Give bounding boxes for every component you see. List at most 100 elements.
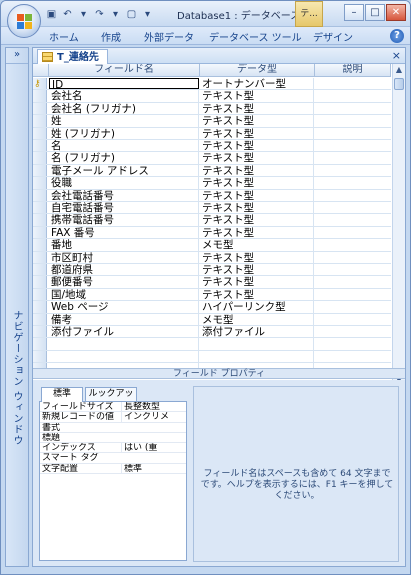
description-cell[interactable] (315, 351, 391, 362)
field-name-cell[interactable]: 添付ファイル (49, 326, 199, 338)
description-cell[interactable] (315, 326, 391, 337)
customize-toolbar-icon[interactable]: ▾ (141, 8, 154, 21)
field-name-cell[interactable]: 市区町村 (49, 251, 199, 263)
field-name-cell[interactable]: 自宅電話番号 (49, 202, 199, 214)
save-icon[interactable]: ▣ (45, 8, 58, 21)
help-icon[interactable]: ? (390, 29, 404, 43)
table-row[interactable]: 自宅電話番号 テキスト型 (33, 202, 391, 215)
property-row[interactable]: 新規レコードの値 インクリメ (40, 412, 186, 423)
data-type-cell[interactable]: テキスト型 (200, 202, 314, 214)
description-cell[interactable] (315, 202, 391, 213)
office-button[interactable] (7, 4, 41, 38)
data-type-cell[interactable]: テキスト型 (200, 264, 314, 276)
field-name-cell[interactable]: 会社電話番号 (49, 189, 199, 201)
row-selector[interactable] (33, 301, 47, 313)
data-type-cell[interactable]: テキスト型 (200, 102, 314, 115)
description-cell[interactable] (315, 214, 391, 225)
field-name-cell[interactable] (49, 338, 199, 350)
data-type-cell[interactable]: ハイパーリンク型 (200, 301, 314, 313)
tab-home[interactable]: ホーム (49, 29, 79, 44)
undo-icon[interactable]: ↶ (61, 8, 74, 21)
data-type-cell[interactable]: メモ型 (200, 239, 314, 251)
table-row[interactable] (33, 350, 391, 364)
row-selector[interactable] (33, 264, 47, 276)
description-cell[interactable] (315, 227, 391, 238)
field-name-cell[interactable]: 役職 (49, 177, 199, 189)
table-row[interactable]: 番地 メモ型 (33, 239, 391, 252)
property-row[interactable]: 文字配置 標準 (40, 463, 186, 475)
field-name-cell[interactable]: ID (49, 78, 199, 90)
table-row[interactable]: 国/地域 テキスト型 (33, 288, 391, 302)
table-row[interactable]: 役職 テキスト型 (33, 177, 391, 190)
table-row[interactable]: 名 (フリガナ) テキスト型 (33, 152, 391, 165)
new-document-icon[interactable]: ▢ (125, 8, 138, 21)
row-selector[interactable] (33, 288, 47, 301)
close-button[interactable]: ✕ (386, 4, 406, 21)
table-row[interactable]: 姓テキスト型 (33, 115, 391, 128)
field-name-cell[interactable]: FAX 番号 (49, 226, 199, 239)
data-type-cell[interactable]: テキスト型 (200, 164, 314, 177)
column-header-data-type[interactable]: データ型 (200, 64, 315, 77)
table-row[interactable]: 会社電話番号 テキスト型 (33, 189, 391, 202)
row-selector[interactable] (33, 276, 47, 288)
data-type-cell[interactable]: テキスト型 (200, 177, 314, 189)
row-selector[interactable] (33, 338, 47, 350)
row-selector[interactable] (33, 226, 47, 239)
description-cell[interactable] (315, 103, 391, 114)
property-row[interactable]: フィールドサイズ 長整数型 (40, 402, 186, 413)
field-name-cell[interactable]: 国/地域 (49, 288, 199, 301)
field-name-cell[interactable]: 名 (49, 140, 199, 152)
field-name-cell[interactable]: 姓 (フリガナ) (49, 127, 199, 139)
table-row[interactable]: 備考 メモ型 (33, 313, 391, 326)
tab-create[interactable]: 作成 (101, 29, 121, 44)
row-selector[interactable] (33, 152, 47, 164)
tab-external-data[interactable]: 外部データ (144, 29, 194, 44)
row-selector[interactable] (33, 239, 47, 251)
description-cell[interactable] (315, 190, 391, 201)
row-selector[interactable] (33, 251, 47, 263)
property-value[interactable]: 長整数型 (121, 402, 185, 412)
row-selector[interactable] (33, 90, 47, 102)
description-cell[interactable] (315, 165, 391, 176)
data-type-cell[interactable]: テキスト型 (200, 152, 314, 164)
redo-icon[interactable]: ↷ (93, 8, 106, 21)
field-name-cell[interactable]: 都道府県 (49, 264, 199, 276)
description-cell[interactable] (315, 301, 391, 312)
column-header-description[interactable]: 説明 (315, 64, 391, 77)
data-type-cell[interactable]: テキスト型 (200, 127, 314, 139)
description-cell[interactable] (315, 264, 391, 275)
field-name-cell[interactable]: 会社名 (49, 90, 199, 102)
description-cell[interactable] (315, 314, 391, 325)
description-cell[interactable] (315, 140, 391, 151)
dropdown-icon[interactable]: ▾ (109, 8, 122, 21)
scroll-up-icon[interactable]: ▲ (393, 64, 405, 76)
description-cell[interactable] (315, 276, 391, 287)
table-row[interactable]: 郵便番号 テキスト型 (33, 276, 391, 289)
table-row[interactable]: 名テキスト型 (33, 140, 391, 153)
table-row[interactable]: 会社名 (フリガナ) テキスト型 (33, 102, 391, 116)
description-cell[interactable] (315, 252, 391, 263)
description-cell[interactable] (315, 338, 391, 349)
table-row[interactable]: ⚷ ID オートナンバー型 (33, 78, 391, 91)
field-name-cell[interactable]: 番地 (49, 239, 199, 251)
dropdown-icon[interactable]: ▾ (77, 8, 90, 21)
data-type-cell[interactable]: テキスト型 (200, 226, 314, 239)
table-row[interactable]: FAX 番号 テキスト型 (33, 226, 391, 240)
tab-database-tools[interactable]: データベース ツール (209, 29, 302, 44)
field-name-cell[interactable]: 備考 (49, 313, 199, 325)
table-row[interactable]: 姓 (フリガナ) テキスト型 (33, 127, 391, 140)
data-type-cell[interactable] (200, 338, 314, 350)
field-name-cell[interactable]: 郵便番号 (49, 276, 199, 288)
table-row[interactable]: 市区町村 テキスト型 (33, 251, 391, 264)
field-name-cell[interactable]: 姓 (49, 115, 199, 127)
table-row[interactable]: 会社名 テキスト型 (33, 90, 391, 103)
data-type-cell[interactable]: メモ型 (200, 313, 314, 325)
table-row[interactable]: 携帯電話番号 テキスト型 (33, 214, 391, 227)
row-selector[interactable] (33, 214, 47, 226)
row-selector[interactable] (33, 115, 47, 127)
data-type-cell[interactable]: オートナンバー型 (200, 78, 314, 90)
data-type-cell[interactable]: 添付ファイル (200, 326, 314, 338)
navigation-pane[interactable]: » ナビゲーション ウィンドウ (5, 47, 29, 567)
row-selector[interactable] (33, 202, 47, 214)
row-selector[interactable] (33, 326, 47, 338)
